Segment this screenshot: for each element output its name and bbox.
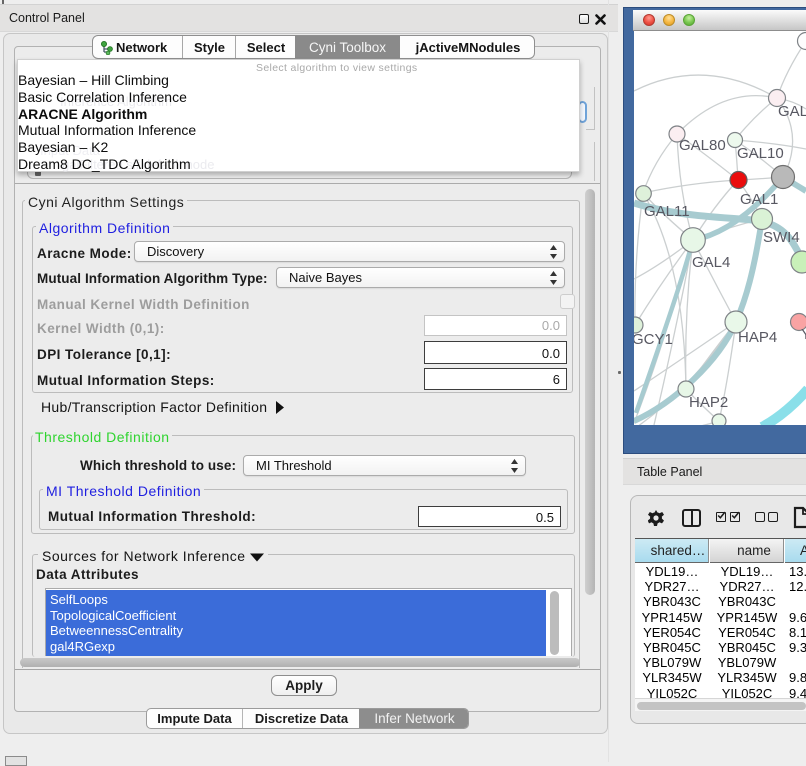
svg-text:YJ: YJ [801, 326, 806, 343]
svg-text:GAL10: GAL10 [737, 145, 784, 162]
svg-text:GAL4: GAL4 [692, 254, 730, 271]
svg-text:GAL7: GAL7 [778, 103, 806, 120]
svg-text:HAP2: HAP2 [689, 394, 728, 411]
svg-text:HAP4: HAP4 [738, 329, 777, 346]
svg-text:GAL11: GAL11 [644, 203, 690, 220]
svg-text:GAL1: GAL1 [740, 191, 778, 208]
svg-text:GAL80: GAL80 [679, 137, 726, 154]
svg-text:SWI4: SWI4 [763, 229, 800, 246]
svg-text:GCY1: GCY1 [634, 331, 673, 348]
